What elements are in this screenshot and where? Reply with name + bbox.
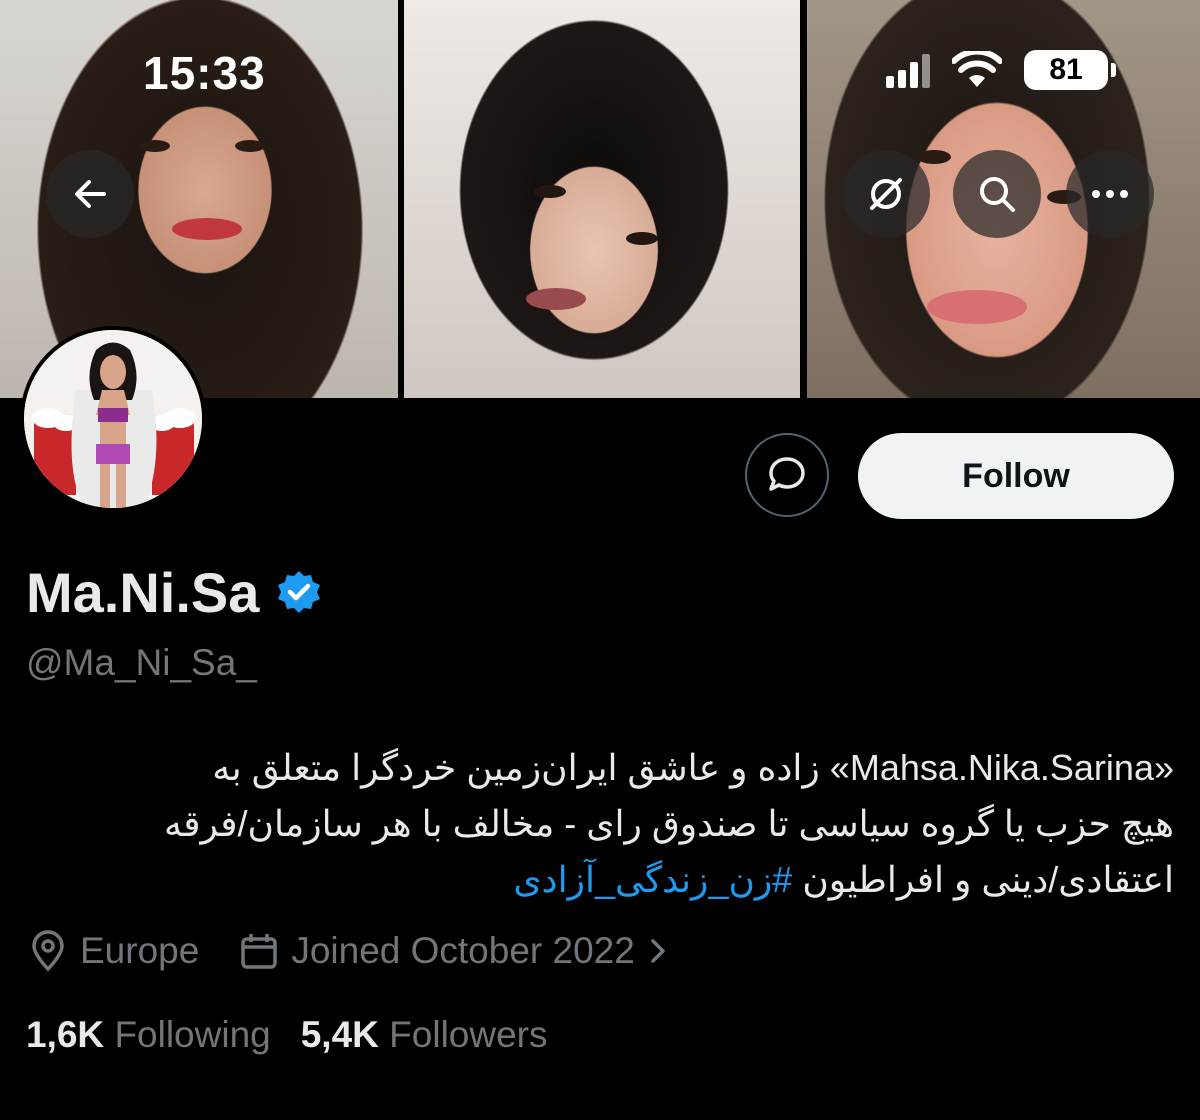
joined-text: Joined October 2022 [291, 930, 635, 971]
arrow-left-icon [75, 180, 106, 208]
following-label: Following [114, 1014, 271, 1055]
more-icon [1092, 190, 1128, 198]
verified-badge-icon[interactable] [275, 569, 323, 617]
bio-line-3: اعتقادی/دینی و افراطیون #زن_زندگی_آزادی [26, 852, 1174, 908]
followers-stat[interactable]: 5,4K Followers [301, 1014, 548, 1056]
more-button[interactable] [1066, 150, 1154, 238]
profile-handle: @Ma_Ni_Sa_ [26, 642, 257, 683]
wifi-icon [952, 51, 1002, 87]
translate-off-button[interactable] [842, 150, 930, 238]
bio-line-2: هیچ حزب یا گروه سیاسی تا صندوق رای - مخا… [163, 803, 1174, 844]
followers-count: 5,4K [300, 1014, 379, 1055]
profile-banner[interactable]: 15:33 81 [0, 0, 1200, 398]
message-icon [769, 457, 805, 491]
bio-line-3-text: اعتقادی/دینی و افراطیون [792, 859, 1174, 900]
location-item: Europe [28, 930, 199, 972]
translate-off-icon [870, 178, 902, 210]
status-time: 15:33 [143, 47, 266, 99]
profile-meta: Europe Joined October 2022 [28, 930, 669, 972]
banner-photo-2 [404, 0, 800, 398]
bio-line-1: «Mahsa.Nika.Sarina» زاده و عاشق ایران‌زم… [212, 747, 1174, 788]
display-name: Ma.Ni.Sa [26, 561, 260, 624]
followers-label: Followers [389, 1014, 548, 1055]
cellular-signal-icon [886, 52, 930, 88]
follow-button[interactable]: Follow [858, 433, 1174, 519]
profile-bio: «Mahsa.Nika.Sarina» زاده و عاشق ایران‌زم… [26, 740, 1174, 908]
following-stat[interactable]: 1,6K Following [26, 1014, 271, 1056]
message-button[interactable] [745, 433, 829, 517]
status-indicators: 81 [886, 50, 1116, 90]
bio-hashtag-link[interactable]: #زن_زندگی_آزادی [513, 859, 792, 900]
avatar[interactable] [20, 326, 206, 512]
profile-stats: 1,6K Following 5,4K Followers [26, 1014, 548, 1056]
back-button[interactable] [46, 150, 134, 238]
location-pin-icon [32, 930, 64, 972]
joined-item[interactable]: Joined October 2022 [239, 930, 669, 972]
following-count: 1,6K [26, 1014, 105, 1055]
search-button[interactable] [953, 150, 1041, 238]
avatar-illustration [24, 330, 202, 508]
location-text: Europe [80, 930, 200, 971]
search-icon [980, 177, 1015, 212]
battery-indicator: 81 [1024, 50, 1116, 90]
chevron-right-icon [651, 939, 665, 963]
profile-name-row: Ma.Ni.Sa [26, 560, 323, 625]
calendar-icon [241, 934, 278, 969]
